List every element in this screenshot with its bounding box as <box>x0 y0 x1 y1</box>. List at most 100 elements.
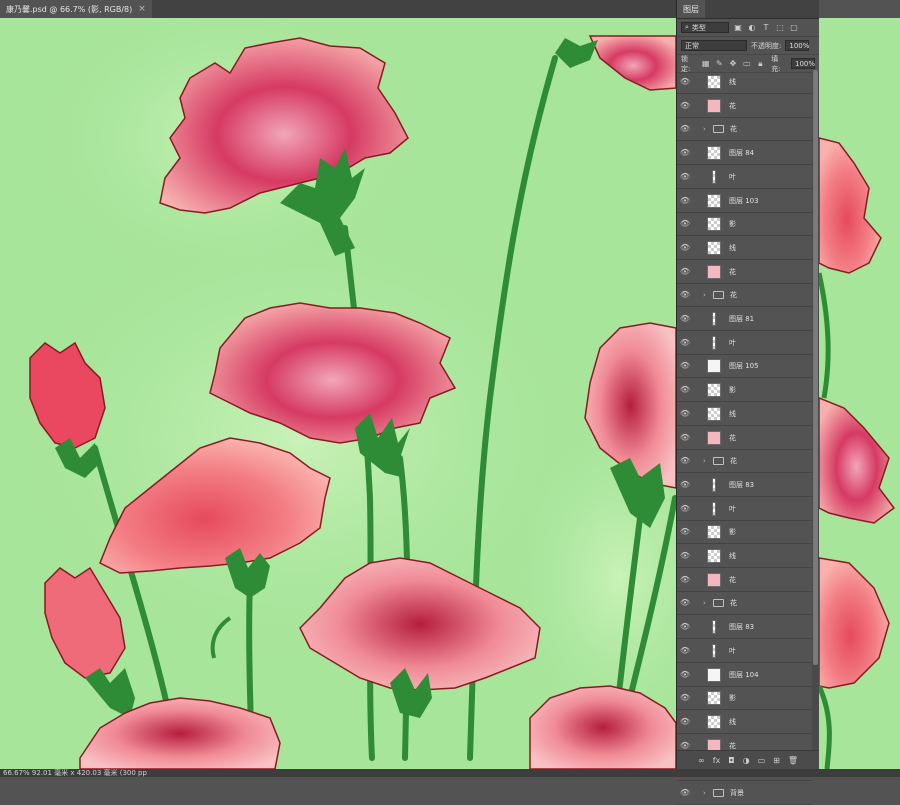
visibility-eye-icon[interactable]: 👁︎ <box>677 148 693 157</box>
lock-image-icon[interactable]: ✎ <box>715 59 725 69</box>
layer-name: 线 <box>729 551 736 560</box>
layer-group-row[interactable]: 👁︎ › 背景 <box>677 781 812 805</box>
layer-row[interactable]: 👁︎ 图层 81 <box>677 307 812 331</box>
chevron-right-icon[interactable]: › <box>703 125 709 133</box>
layer-row[interactable]: 👁︎ 线 <box>677 710 812 734</box>
layer-row[interactable]: 👁︎ 叶 <box>677 331 812 355</box>
lock-transparent-icon[interactable]: ▦ <box>701 59 711 69</box>
visibility-eye-icon[interactable]: 👁︎ <box>677 243 693 252</box>
scrollbar-thumb[interactable] <box>813 70 818 665</box>
type-filter-icon[interactable]: T <box>761 23 771 33</box>
visibility-eye-icon[interactable]: 👁︎ <box>677 338 693 347</box>
visibility-eye-icon[interactable]: 👁︎ <box>677 575 693 584</box>
layer-name: 花 <box>729 267 736 276</box>
adjustment-layer-icon[interactable]: ◑ <box>743 756 750 765</box>
pixel-filter-icon[interactable]: ▣ <box>733 23 743 33</box>
visibility-eye-icon[interactable]: 👁︎ <box>677 598 693 607</box>
layer-style-icon[interactable]: fx <box>713 756 721 765</box>
visibility-eye-icon[interactable]: 👁︎ <box>677 314 693 323</box>
visibility-eye-icon[interactable]: 👁︎ <box>677 385 693 394</box>
layer-row[interactable]: 👁︎ 影 <box>677 212 812 236</box>
visibility-eye-icon[interactable]: 👁︎ <box>677 409 693 418</box>
new-layer-icon[interactable]: ⊞ <box>773 756 780 765</box>
layer-row[interactable]: 👁︎ 叶 <box>677 165 812 189</box>
visibility-eye-icon[interactable]: 👁︎ <box>677 196 693 205</box>
delete-layer-icon[interactable]: 🗑︎ <box>788 756 798 765</box>
chevron-right-icon[interactable]: › <box>703 599 709 607</box>
layer-row[interactable]: 👁︎ 图层 103 <box>677 189 812 213</box>
visibility-eye-icon[interactable]: 👁︎ <box>677 172 693 181</box>
layer-group-row[interactable]: 👁︎ › 花 <box>677 117 812 141</box>
visibility-eye-icon[interactable]: 👁︎ <box>677 717 693 726</box>
layer-row[interactable]: 👁︎ 花 <box>677 260 812 284</box>
visibility-eye-icon[interactable]: 👁︎ <box>677 646 693 655</box>
layer-thumbnail <box>707 406 721 421</box>
visibility-eye-icon[interactable]: 👁︎ <box>677 480 693 489</box>
visibility-eye-icon[interactable]: 👁︎ <box>677 741 693 750</box>
layer-row[interactable]: 👁︎ 图层 83 <box>677 615 812 639</box>
blend-mode-select[interactable]: 正常 <box>681 40 747 51</box>
visibility-eye-icon[interactable]: 👁︎ <box>677 219 693 228</box>
layer-name: 花 <box>729 433 736 442</box>
layer-group-row[interactable]: 👁︎ › 花 <box>677 449 812 473</box>
visibility-eye-icon[interactable]: 👁︎ <box>677 527 693 536</box>
layer-list-scrollbar[interactable] <box>812 70 819 750</box>
smart-object-filter-icon[interactable]: ▢ <box>789 23 799 33</box>
visibility-eye-icon[interactable]: 👁︎ <box>677 788 693 797</box>
visibility-eye-icon[interactable]: 👁︎ <box>677 456 693 465</box>
layer-row[interactable]: 👁︎ 线 <box>677 236 812 260</box>
visibility-eye-icon[interactable]: 👁︎ <box>677 551 693 560</box>
visibility-eye-icon[interactable]: 👁︎ <box>677 101 693 110</box>
layer-name: 花 <box>730 124 737 133</box>
visibility-eye-icon[interactable]: 👁︎ <box>677 693 693 702</box>
layer-group-row[interactable]: 👁︎ › 花 <box>677 283 812 307</box>
link-layers-icon[interactable]: ∞ <box>698 756 705 765</box>
close-icon[interactable]: × <box>138 4 146 14</box>
chevron-right-icon[interactable]: › <box>703 789 709 797</box>
artwork-canvas-right[interactable] <box>819 18 900 769</box>
layer-row[interactable]: 👁︎ 图层 105 <box>677 354 812 378</box>
lock-all-icon[interactable]: 🔒︎ <box>756 59 766 69</box>
layer-row[interactable]: 👁︎ 线 <box>677 402 812 426</box>
shape-filter-icon[interactable]: ⬚ <box>775 23 785 33</box>
opacity-field[interactable]: 100% <box>785 40 809 51</box>
layer-row[interactable]: 👁︎ 线 <box>677 544 812 568</box>
visibility-eye-icon[interactable]: 👁︎ <box>677 622 693 631</box>
fill-field[interactable]: 100% <box>791 58 815 69</box>
layer-row[interactable]: 👁︎ 影 <box>677 520 812 544</box>
lock-artboard-icon[interactable]: ▭ <box>742 59 752 69</box>
visibility-eye-icon[interactable]: 👁︎ <box>677 361 693 370</box>
visibility-eye-icon[interactable]: 👁︎ <box>677 433 693 442</box>
layer-row[interactable]: 👁︎ 花 <box>677 426 812 450</box>
layer-row[interactable]: 👁︎ 图层 83 <box>677 473 812 497</box>
visibility-eye-icon[interactable]: 👁︎ <box>677 124 693 133</box>
layer-row[interactable]: 👁︎ 叶 <box>677 497 812 521</box>
visibility-eye-icon[interactable]: 👁︎ <box>677 290 693 299</box>
adjustment-filter-icon[interactable]: ◐ <box>747 23 757 33</box>
layers-panel-tab[interactable]: 图层 <box>677 0 705 18</box>
layer-thumbnail <box>707 240 721 255</box>
lock-position-icon[interactable]: ✥ <box>728 59 738 69</box>
layer-group-row[interactable]: 👁︎ › 花 <box>677 591 812 615</box>
document-tab[interactable]: 康乃馨.psd @ 66.7% (影, RGB/8) × <box>0 0 152 18</box>
layer-row[interactable]: 👁︎ 花 <box>677 94 812 118</box>
filter-kind-select[interactable]: ⌕ 类型 <box>681 22 729 33</box>
layer-row[interactable]: 👁︎ 线 <box>677 70 812 94</box>
chevron-right-icon[interactable]: › <box>703 457 709 465</box>
visibility-eye-icon[interactable]: 👁︎ <box>677 504 693 513</box>
new-group-icon[interactable]: ▭ <box>758 756 766 765</box>
layer-row[interactable]: 👁︎ 图层 104 <box>677 663 812 687</box>
layer-row[interactable]: 👁︎ 花 <box>677 568 812 592</box>
visibility-eye-icon[interactable]: 👁︎ <box>677 670 693 679</box>
layer-thumbnail <box>707 145 721 160</box>
layer-name: 花 <box>730 598 737 607</box>
chevron-right-icon[interactable]: › <box>703 291 709 299</box>
layer-row[interactable]: 👁︎ 影 <box>677 686 812 710</box>
add-mask-icon[interactable]: ◘ <box>728 756 734 765</box>
visibility-eye-icon[interactable]: 👁︎ <box>677 77 693 86</box>
layer-row[interactable]: 👁︎ 影 <box>677 378 812 402</box>
layer-row[interactable]: 👁︎ 图层 84 <box>677 141 812 165</box>
layer-row[interactable]: 👁︎ 叶 <box>677 639 812 663</box>
visibility-eye-icon[interactable]: 👁︎ <box>677 267 693 276</box>
layer-name: 花 <box>729 101 736 110</box>
